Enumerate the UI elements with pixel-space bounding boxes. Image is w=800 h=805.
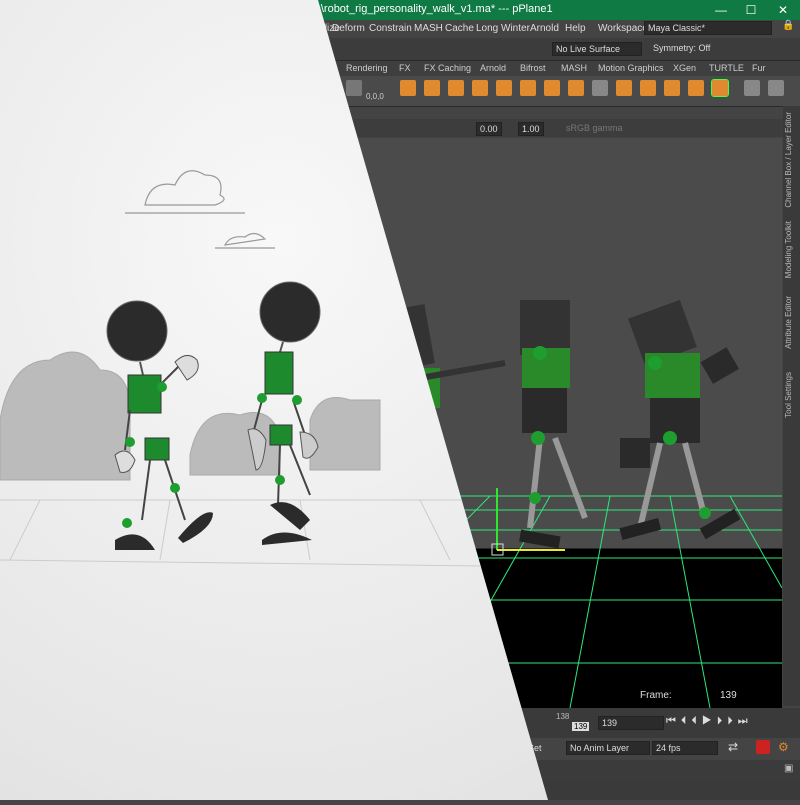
anim-layer-dropdown[interactable]: No Anim Layer: [566, 741, 650, 755]
shelf-tool-icon[interactable]: [688, 80, 704, 96]
shelf-tool-icon[interactable]: [592, 80, 608, 96]
playback-controls[interactable]: ⏮⏴⏴▶⏵⏵⏭: [666, 715, 753, 728]
shelf-tool-icon[interactable]: [346, 80, 362, 96]
shelf-tool-icon[interactable]: [424, 80, 440, 96]
side-tab-strip: Channel Box / Layer Editor Modeling Tool…: [783, 106, 800, 706]
xyz-readout: 0,0,0: [366, 92, 384, 101]
shelf-tool-icon[interactable]: [616, 80, 632, 96]
close-button[interactable]: ✕: [768, 0, 798, 20]
timeline-tick: 138: [556, 712, 570, 721]
shelf-tool-icon[interactable]: [400, 80, 416, 96]
shelf-tab-arnold[interactable]: Arnold: [480, 63, 506, 73]
frame-value: 139: [720, 690, 737, 701]
frame-label: Frame:: [640, 690, 672, 701]
maximize-button[interactable]: ☐: [736, 0, 766, 20]
robot-3d-b: [519, 300, 588, 549]
lock-icon[interactable]: 🔒: [782, 20, 794, 31]
menu-deform[interactable]: Deform: [332, 23, 365, 34]
side-tab-tool-settings[interactable]: Tool Settings: [784, 372, 793, 418]
workspace-dropdown[interactable]: Maya Classic*: [644, 21, 772, 35]
menu-mash[interactable]: MASH: [414, 23, 443, 34]
shelf-tab-mash[interactable]: MASH: [561, 63, 587, 73]
menu-cache[interactable]: Cache: [445, 23, 474, 34]
current-frame-marker[interactable]: 139: [572, 722, 590, 731]
minimize-button[interactable]: —: [706, 0, 736, 20]
shelf-tab-fx-caching[interactable]: FX Caching: [424, 63, 471, 73]
shelf-tab-fx[interactable]: FX: [399, 63, 411, 73]
shelf-tab-bifrost[interactable]: Bifrost: [520, 63, 546, 73]
shelf-tab-motion-graphics[interactable]: Motion Graphics: [598, 63, 664, 73]
shelf-tool-icon[interactable]: [744, 80, 760, 96]
gamma-field[interactable]: 1.00: [518, 122, 544, 136]
shelf-tool-icon[interactable]: [544, 80, 560, 96]
symmetry-field[interactable]: Symmetry: Off: [650, 42, 736, 54]
shelf-tool-icon[interactable]: [711, 79, 729, 97]
menu-constrain[interactable]: Constrain: [369, 23, 412, 34]
side-tab-attribute-editor[interactable]: Attribute Editor: [784, 296, 793, 349]
window-title: scenes\robot_rig_personality_walk_v1.ma*…: [286, 3, 553, 15]
shelf-tool-icon[interactable]: [640, 80, 656, 96]
shelf-tool-icon[interactable]: [472, 80, 488, 96]
shelf-tool-icon[interactable]: [664, 80, 680, 96]
sketch-robot-b: [247, 281, 321, 545]
color-space-dropdown[interactable]: sRGB gamma: [566, 123, 623, 133]
live-surface-field[interactable]: No Live Surface: [552, 42, 642, 56]
side-tab-modeling-toolkit[interactable]: Modeling Toolkit: [784, 221, 793, 278]
shelf-tool-icon[interactable]: [448, 80, 464, 96]
shelf-tool-icon[interactable]: [768, 80, 784, 96]
shelf-tab-xgen[interactable]: XGen: [673, 63, 696, 73]
current-frame-field[interactable]: 139: [598, 716, 664, 730]
menu-long-winter[interactable]: Long Winter: [476, 23, 530, 34]
shelf-tab-turtle[interactable]: TURTLE: [709, 63, 744, 73]
shelf-tab-rendering[interactable]: Rendering: [346, 63, 388, 73]
shelf-tool-icon[interactable]: [568, 80, 584, 96]
script-editor-icon[interactable]: ▣: [784, 763, 793, 774]
preferences-icon[interactable]: ⚙: [778, 740, 789, 754]
menu-arnold[interactable]: Arnold: [530, 23, 559, 34]
auto-key-icon[interactable]: [756, 740, 770, 754]
shelf-tool-icon[interactable]: [496, 80, 512, 96]
exposure-field[interactable]: 0.00: [476, 122, 502, 136]
sketch-clouds: [125, 170, 275, 249]
side-tab-channel-box[interactable]: Channel Box / Layer Editor: [784, 112, 793, 208]
menu-help[interactable]: Help: [565, 23, 586, 34]
robot-3d-c: [619, 299, 741, 540]
fps-dropdown[interactable]: 24 fps: [652, 741, 718, 755]
shelf-tool-icon[interactable]: [520, 80, 536, 96]
shelf-tab-fur[interactable]: Fur: [752, 63, 766, 73]
loop-icon[interactable]: ⇄: [728, 740, 738, 754]
